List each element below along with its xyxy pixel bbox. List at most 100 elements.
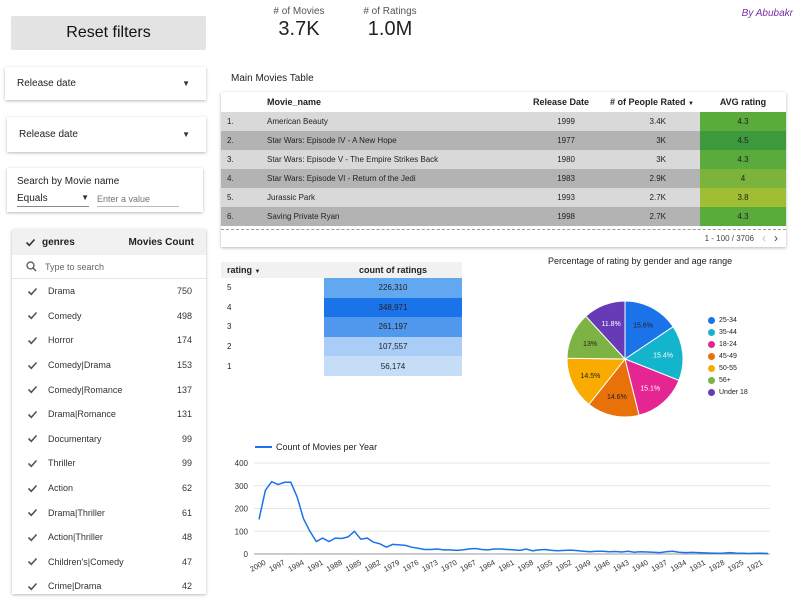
col-count-ratings[interactable]: count of ratings [324,262,462,278]
x-tick-label: 1925 [726,558,745,574]
legend-item[interactable]: Under 18 [708,386,748,398]
select-all-checkbox[interactable] [24,236,36,248]
reset-filters-button[interactable]: Reset filters [11,16,206,50]
genres-column-header[interactable]: genres [42,237,128,248]
genres-search[interactable]: Type to search [12,255,206,279]
table-row[interactable]: 1. American Beauty 1999 3.4K 4.3 [221,112,786,131]
legend-label: 50-55 [719,364,737,372]
col-rating[interactable]: rating ▼ [221,262,324,278]
legend-item[interactable]: 56+ [708,374,748,386]
checkbox-checked-icon[interactable] [26,408,38,420]
rating-value: 3 [227,322,232,332]
x-tick-label: 1934 [669,558,688,574]
release-date: 1998 [515,207,595,226]
movie-search-input[interactable] [97,193,179,207]
pager-range: 1 - 100 / 3706 [704,233,754,243]
genre-item[interactable]: Children's|Comedy 47 [12,550,206,575]
movies-count-column-header[interactable]: Movies Count [128,237,194,248]
genre-item[interactable]: Horror 174 [12,328,206,353]
genre-label: Comedy|Romance [48,384,123,395]
table-row[interactable]: 2 107,557 [221,336,462,357]
release-date-dropdown-2[interactable]: Release date ▼ [7,117,206,152]
rating-value: 1 [227,361,232,371]
checkbox-checked-icon[interactable] [26,310,38,322]
people-rated: 2.7K [595,207,700,226]
pie-slice-label: 14.6% [607,394,627,401]
x-tick-label: 1988 [325,558,344,574]
col-avg-rating[interactable]: AVG rating [700,92,786,112]
operator-select[interactable]: Equals ▼ [17,193,89,207]
movie-name: Star Wars: Episode VI - Return of the Je… [257,169,515,188]
checkbox-checked-icon[interactable] [26,507,38,519]
checkbox-checked-icon[interactable] [26,334,38,346]
genre-item[interactable]: Comedy|Romance 137 [12,377,206,402]
checkbox-checked-icon[interactable] [26,482,38,494]
genre-count: 62 [181,483,192,494]
y-tick-label: 300 [235,482,249,491]
genre-label: Action|Thriller [48,532,103,543]
checkbox-checked-icon[interactable] [26,359,38,371]
release-date: 1980 [515,150,595,169]
table-divider [221,229,786,230]
avg-rating: 3.8 [700,188,786,207]
genre-label: Drama|Thriller [48,507,105,518]
pie-chart-title: Percentage of rating by gender and age r… [548,256,733,266]
checkbox-checked-icon[interactable] [26,457,38,469]
legend-dot-icon [708,352,715,360]
legend-item[interactable]: 50-55 [708,362,748,374]
kpi-ratings-value: 1.0M [367,18,413,40]
checkbox-checked-icon[interactable] [26,556,38,568]
legend-label: 25-34 [719,316,737,324]
col-movie-name[interactable]: Movie_name [257,92,515,112]
checkbox-checked-icon[interactable] [26,580,38,592]
legend-item[interactable]: 35-44 [708,326,748,338]
table-row[interactable]: 3 261,197 [221,317,462,337]
main-movies-table: Movie_name Release Date # of People Rate… [221,92,786,247]
genre-item[interactable]: Crime|Drama 42 [12,574,206,594]
genre-item[interactable]: Action 62 [12,476,206,501]
genre-count: 99 [181,433,192,444]
genre-item[interactable]: Action|Thriller 48 [12,525,206,550]
genre-count: 61 [181,507,192,518]
main-table-title: Main Movies Table [231,73,314,84]
people-rated: 3K [595,150,700,169]
x-tick-label: 1928 [707,558,726,574]
chevron-right-icon[interactable]: › [774,231,778,245]
legend-item[interactable]: 18-24 [708,338,748,350]
genre-item[interactable]: Documentary 99 [12,427,206,452]
genre-item[interactable]: Comedy|Drama 153 [12,353,206,378]
series-line[interactable] [258,480,769,555]
genre-count: 131 [176,409,192,420]
legend-item[interactable]: 45-49 [708,350,748,362]
table-row[interactable]: 5 226,310 [221,278,462,298]
pie-slice-label: 13% [583,341,597,348]
chevron-left-icon[interactable]: ‹ [762,231,766,245]
table-row[interactable]: 1 56,174 [221,356,462,376]
table-row[interactable]: 2. Star Wars: Episode IV - A New Hope 1977… [221,131,786,150]
pie-slice-label: 15.6% [633,323,653,330]
col-release-date[interactable]: Release Date [515,92,595,112]
genre-item[interactable]: Drama|Romance 131 [12,402,206,427]
genre-count: 99 [181,458,192,469]
table-row[interactable]: 4 348,971 [221,297,462,318]
checkbox-checked-icon[interactable] [26,384,38,396]
col-people-rated[interactable]: # of People Rated ▼ [595,92,700,112]
genre-label: Crime|Drama [48,581,102,592]
table-row[interactable]: 5. Jurassic Park 1993 2.7K 3.8 [221,188,786,207]
legend-item[interactable]: 25-34 [708,314,748,326]
checkbox-checked-icon[interactable] [26,531,38,543]
x-tick-label: 1937 [650,558,669,574]
x-tick-label: 1991 [306,558,325,574]
table-row[interactable]: 3. Star Wars: Episode V - The Empire Stri… [221,150,786,169]
table-row[interactable]: 6. Saving Private Ryan 1998 2.7K 4.3 [221,207,786,226]
genre-item[interactable]: Drama 750 [12,279,206,304]
checkbox-checked-icon[interactable] [26,433,38,445]
genre-item[interactable]: Comedy 498 [12,304,206,329]
table-row[interactable]: 4. Star Wars: Episode VI - Return of the … [221,169,786,188]
genre-item[interactable]: Drama|Thriller 61 [12,500,206,525]
search-icon [26,261,37,272]
genre-item[interactable]: Thriller 99 [12,451,206,476]
genre-label: Comedy [48,310,82,321]
release-date-dropdown-1[interactable]: Release date ▼ [5,67,206,100]
checkbox-checked-icon[interactable] [26,285,38,297]
